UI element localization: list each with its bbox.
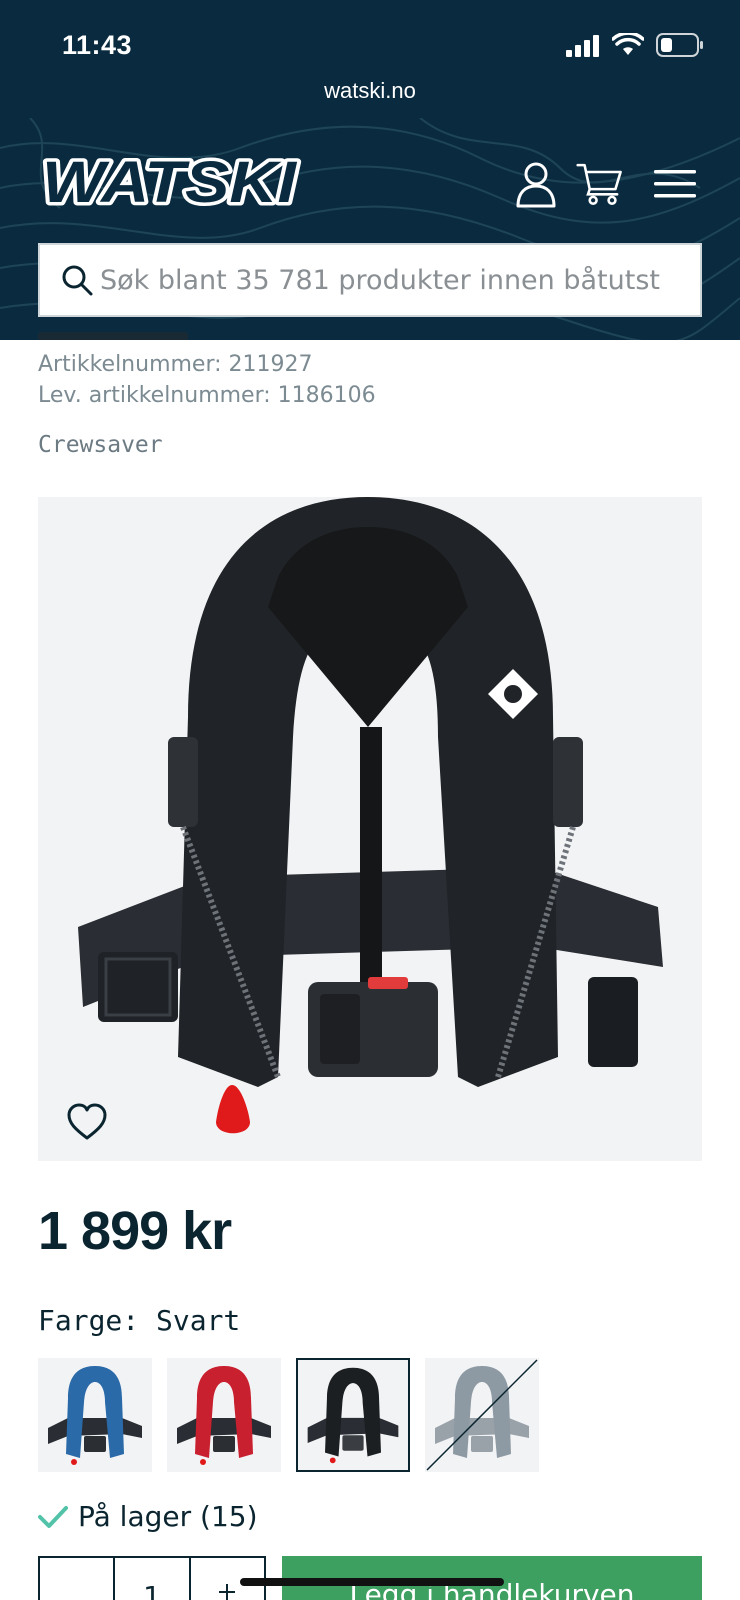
wifi-icon <box>612 33 644 55</box>
swatch-grey-unavailable[interactable] <box>425 1358 539 1472</box>
quantity-stepper: 1 <box>38 1556 266 1600</box>
status-time: 11:43 <box>62 30 133 60</box>
black-jacket-thumb <box>307 1367 399 1464</box>
color-swatches <box>38 1358 539 1472</box>
product-price: 1 899 kr <box>38 1201 232 1261</box>
search-box[interactable] <box>38 243 702 317</box>
blue-jacket-thumb <box>48 1366 142 1465</box>
browser-url[interactable]: watski.no <box>0 78 740 104</box>
red-jacket-thumb <box>177 1366 271 1465</box>
user-icon[interactable] <box>512 160 560 208</box>
stock-status: På lager (15) <box>38 1500 258 1533</box>
checkmark-icon <box>38 1505 68 1528</box>
article-number: Artikkelnummer: 211927 <box>38 352 313 377</box>
status-icons <box>566 33 704 57</box>
swatch-blue[interactable] <box>38 1358 152 1472</box>
search-input[interactable] <box>100 264 700 296</box>
status-bar: 11:43 <box>0 0 740 80</box>
swatch-red[interactable] <box>167 1358 281 1472</box>
hamburger-menu-icon[interactable] <box>652 160 698 208</box>
product-title-cut-off <box>38 322 238 340</box>
watski-logo[interactable]: WATSKI WATSKI <box>38 150 304 214</box>
cart-icon[interactable] <box>576 160 624 208</box>
decrease-quantity-button[interactable] <box>40 1558 116 1600</box>
site-header: 11:43 watski.no WATSKI WATSKI <box>0 0 740 340</box>
heart-icon[interactable] <box>66 1102 108 1142</box>
svg-text:WATSKI: WATSKI <box>42 150 298 214</box>
supplier-article-number: Lev. artikkelnummer: 1186106 <box>38 383 376 408</box>
product-image[interactable] <box>38 497 702 1161</box>
home-indicator <box>240 1578 504 1586</box>
plus-icon <box>218 1584 235 1600</box>
search-icon <box>62 265 93 296</box>
battery-icon <box>656 33 703 57</box>
signal-icon <box>566 35 599 57</box>
grey-jacket-thumb <box>426 1359 538 1471</box>
quantity-value[interactable]: 1 <box>115 1558 191 1600</box>
stock-text: På lager (15) <box>78 1500 258 1533</box>
color-label: Farge: Svart <box>38 1304 241 1337</box>
brand-link[interactable]: Crewsaver <box>38 432 163 458</box>
life-jacket-illustration <box>78 497 663 1134</box>
swatch-black-selected[interactable] <box>296 1358 410 1472</box>
